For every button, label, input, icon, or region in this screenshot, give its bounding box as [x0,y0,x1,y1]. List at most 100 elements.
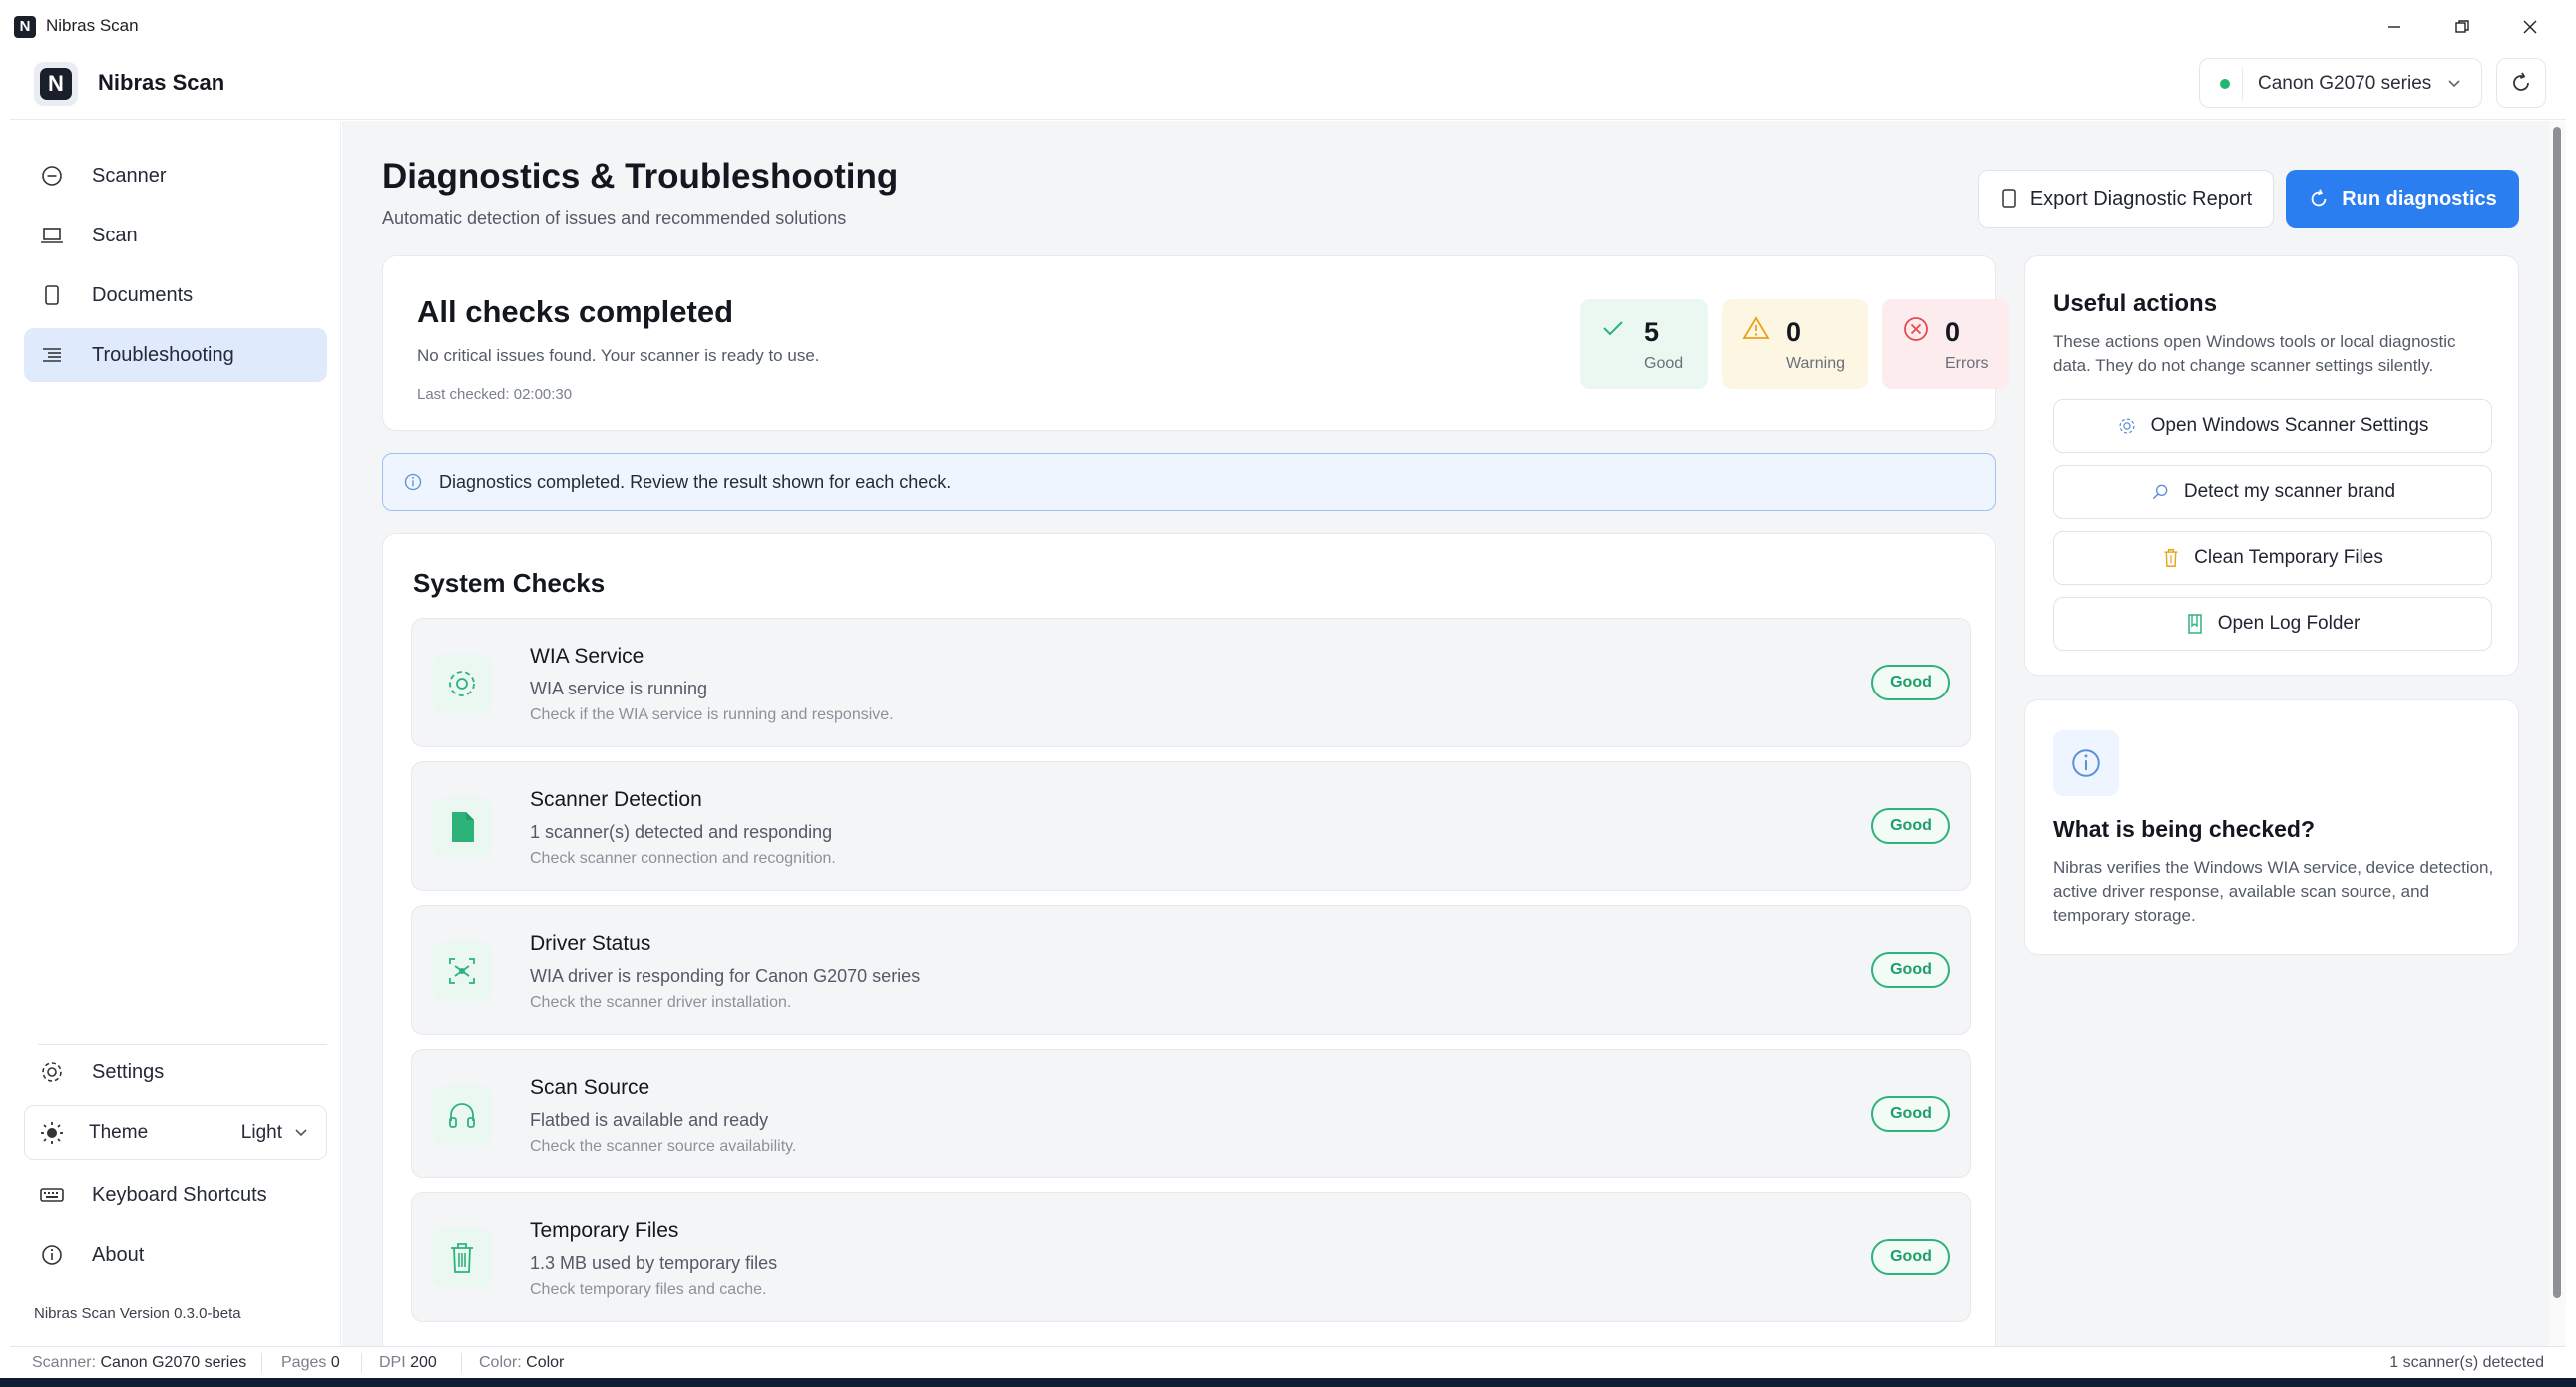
refresh-icon [2513,72,2529,91]
page-subtitle: Automatic detection of issues and recomm… [382,208,847,228]
status-divider [361,1353,362,1373]
taskbar-edge [0,1378,2576,1387]
logo-mark: N [40,68,72,100]
sidebar-item-keyboard-shortcuts[interactable]: Keyboard Shortcuts [24,1168,327,1222]
scanner-selector[interactable]: Canon G2070 series [2199,58,2482,108]
status-bar: Scanner: Canon G2070 series Pages 0 DPI … [10,1346,2566,1378]
check-description: Check scanner connection and recognition… [530,850,836,867]
export-report-button[interactable]: Export Diagnostic Report [1978,170,2274,228]
useful-actions-title: Useful actions [2053,290,2218,317]
minimize-icon [2388,26,2400,28]
status-badge: Good [1871,665,1950,700]
window-title: Nibras Scan [46,16,139,35]
check-status: WIA service is running [530,679,708,698]
status-divider [261,1353,262,1373]
sidebar-item-label: Scan [92,224,138,246]
check-description: Check temporary files and cache. [530,1281,767,1298]
laptop-icon [38,224,66,247]
connection-status-dot [2220,79,2230,89]
check-status: Flatbed is available and ready [530,1110,769,1130]
warning-count-tile: 0 Warning [1722,299,1868,389]
last-checked: Last checked: 02:00:30 [417,386,573,403]
status-divider [461,1353,462,1373]
warning-count: 0 [1786,317,1802,347]
close-icon [2523,20,2537,34]
status-pages-value: 0 [330,1354,340,1371]
what-is-checked-card: What is being checked? Nibras verifies t… [2024,699,2519,955]
warning-label: Warning [1786,355,1845,372]
window-top-edge [0,0,2576,10]
page-title: Diagnostics & Troubleshooting [382,157,899,196]
what-is-checked-title: What is being checked? [2053,816,2315,842]
diagnostics-banner: Diagnostics completed. Review the result… [382,453,1996,511]
sun-icon [39,1120,67,1146]
useful-actions-card: Useful actions These actions open Window… [2024,255,2519,676]
status-badge: Good [1871,808,1950,844]
run-diagnostics-button[interactable]: Run diagnostics [2286,170,2519,228]
useful-actions-description: These actions open Windows tools or loca… [2053,332,2456,375]
check-name: WIA Service [530,645,644,668]
document-icon [2002,189,2016,208]
export-report-label: Export Diagnostic Report [2029,187,2253,210]
open-scanner-settings-button[interactable]: Open Windows Scanner Settings [2053,399,2492,453]
sidebar-item-scan[interactable]: Scan [24,209,327,262]
check-icon [1603,321,1623,336]
check-name: Scan Source [530,1076,650,1099]
action-label: Open Log Folder [2217,613,2361,634]
status-scanner-value: Canon G2070 series [100,1354,247,1371]
title-bar: N Nibras Scan [10,10,2566,44]
restore-button[interactable] [2428,10,2496,44]
check-status: 1 scanner(s) detected and responding [530,822,833,842]
list-icon [38,343,66,367]
error-label: Errors [1945,355,1989,372]
status-color-value: Color [526,1354,565,1371]
open-log-folder-button[interactable]: Open Log Folder [2053,597,2492,651]
check-description: Check the scanner driver installation. [530,994,792,1011]
system-checks-title: System Checks [413,568,606,598]
driver-icon [432,941,492,1001]
theme-value: Light [240,1122,282,1143]
app-version: Nibras Scan Version 0.3.0-beta [34,1305,241,1322]
book-icon [2187,614,2202,634]
scanners-detected: 1 scanner(s) detected [2389,1354,2544,1371]
theme-selector[interactable]: Theme Light [24,1105,327,1160]
app-icon: N [14,16,36,38]
sidebar-item-label: Scanner [92,164,167,187]
sidebar-item-scanner[interactable]: Scanner [24,149,327,203]
sidebar-item-label: Troubleshooting [92,343,234,366]
app-logo: N [34,62,78,106]
check-row-scanner-detection: Scanner Detection 1 scanner(s) detected … [411,761,1971,891]
clean-temporary-files-button[interactable]: Clean Temporary Files [2053,531,2492,585]
status-dpi-value: 200 [410,1354,437,1371]
file-icon [432,797,492,857]
sidebar-item-settings[interactable]: Settings [24,1045,327,1099]
document-icon [38,283,66,307]
check-row-driver-status: Driver Status WIA driver is responding f… [411,905,1971,1035]
action-label: Clean Temporary Files [2194,547,2383,568]
sidebar-item-label: Keyboard Shortcuts [92,1183,267,1206]
sidebar-item-troubleshooting[interactable]: Troubleshooting [24,328,327,382]
status-pages-key: Pages [281,1354,327,1371]
sidebar-item-label: Documents [92,283,194,306]
sidebar-item-about[interactable]: About [24,1228,327,1282]
scanner-icon [38,164,66,188]
info-icon [2053,730,2119,796]
chevron-down-icon [295,1129,307,1137]
check-status: WIA driver is responding for Canon G2070… [530,966,921,986]
detect-scanner-brand-button[interactable]: Detect my scanner brand [2053,465,2492,519]
summary-title: All checks completed [417,294,734,329]
scrollbar-thumb[interactable] [2553,127,2561,1298]
sidebar-item-documents[interactable]: Documents [24,268,327,322]
keyboard-icon [38,1184,66,1206]
close-button[interactable] [2496,10,2564,44]
status-scanner-key: Scanner: [32,1354,97,1371]
main-scrollbar[interactable] [2549,121,2566,1346]
check-row-scan-source: Scan Source Flatbed is available and rea… [411,1049,1971,1178]
gear-icon [432,654,492,713]
search-icon [2152,484,2168,500]
refresh-button[interactable] [2496,58,2546,108]
restore-icon [2455,20,2469,33]
summary-message: No critical issues found. Your scanner i… [417,346,820,365]
action-label: Detect my scanner brand [2183,481,2396,502]
minimize-button[interactable] [2361,10,2428,44]
